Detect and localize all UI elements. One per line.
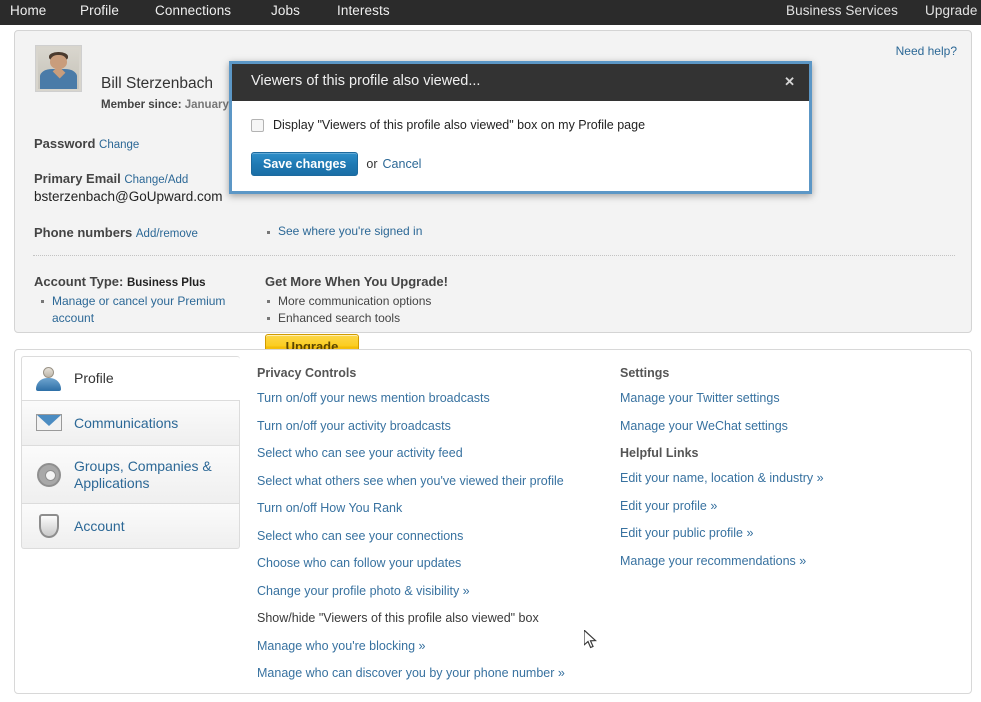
helpful-link-edit-profile[interactable]: Edit your profile » bbox=[620, 499, 940, 513]
phone-field-row: Phone numbers Add/remove bbox=[34, 225, 198, 240]
page-root: Home Profile Connections Jobs Interests … bbox=[0, 0, 981, 702]
password-label: Password bbox=[34, 136, 96, 151]
sidebar-item-communications[interactable]: Communications bbox=[21, 401, 240, 446]
password-change-link[interactable]: Change bbox=[99, 139, 139, 151]
settings-panel: Profile Communications Groups, Companies… bbox=[14, 349, 972, 694]
password-field-row: Password Change bbox=[34, 136, 139, 151]
phone-add-remove-link[interactable]: Add/remove bbox=[136, 228, 198, 240]
account-type-value: Business Plus bbox=[126, 277, 206, 289]
sidebar-item-groups-companies-applications[interactable]: Groups, Companies & Applications bbox=[21, 446, 240, 504]
modal-title: Viewers of this profile also viewed... bbox=[251, 73, 481, 89]
top-navigation-bar: Home Profile Connections Jobs Interests … bbox=[0, 0, 981, 25]
save-changes-button[interactable]: Save changes bbox=[251, 152, 359, 176]
privacy-link-profile-view-visibility[interactable]: Select what others see when you've viewe… bbox=[257, 474, 617, 488]
sidebar-item-account[interactable]: Account bbox=[21, 504, 240, 549]
helpful-link-edit-name-location-industry[interactable]: Edit your name, location & industry » bbox=[620, 471, 940, 485]
upsell-heading: Get More When You Upgrade! bbox=[265, 274, 448, 289]
cancel-link[interactable]: Cancel bbox=[383, 157, 422, 171]
helpful-link-manage-recommendations[interactable]: Manage your recommendations » bbox=[620, 554, 940, 568]
envelope-icon bbox=[34, 409, 64, 437]
email-field-row: Primary Email Change/Add bbox=[34, 171, 188, 186]
nav-item-upgrade[interactable]: Upgrade bbox=[925, 3, 978, 18]
person-icon bbox=[34, 365, 64, 393]
manage-premium-link[interactable]: Manage or cancel your Premium account bbox=[39, 293, 244, 327]
privacy-link-connections-visibility[interactable]: Select who can see your connections bbox=[257, 529, 617, 543]
sidebar-item-label: Groups, Companies & Applications bbox=[74, 457, 212, 491]
avatar bbox=[35, 45, 82, 92]
premium-links-list: Manage or cancel your Premium account bbox=[39, 293, 244, 327]
nav-item-interests[interactable]: Interests bbox=[337, 3, 390, 18]
sidebar-item-label: Communications bbox=[74, 414, 179, 431]
privacy-link-discover-by-phone[interactable]: Manage who can discover you by your phon… bbox=[257, 666, 617, 680]
account-type-row: Account Type: Business Plus bbox=[34, 274, 206, 289]
settings-link-twitter[interactable]: Manage your Twitter settings bbox=[620, 391, 940, 405]
settings-heading: Settings bbox=[620, 366, 670, 380]
email-change-add-link[interactable]: Change/Add bbox=[124, 174, 188, 186]
upsell-benefit-item: Enhanced search tools bbox=[265, 310, 565, 327]
privacy-controls-heading: Privacy Controls bbox=[257, 366, 357, 380]
sidebar-item-label: Profile bbox=[74, 370, 114, 386]
sidebar-item-label: Account bbox=[74, 517, 125, 534]
see-where-signed-in-link[interactable]: See where you're signed in bbox=[265, 224, 422, 238]
display-viewers-checkbox-label: Display "Viewers of this profile also vi… bbox=[273, 118, 646, 132]
shield-icon bbox=[34, 512, 64, 540]
upsell-benefit-item: More communication options bbox=[265, 293, 565, 310]
profile-name: Bill Sterzenbach bbox=[101, 75, 214, 92]
privacy-link-news-mention-broadcasts[interactable]: Turn on/off your news mention broadcasts bbox=[257, 391, 617, 405]
email-value: bsterzenbach@GoUpward.com bbox=[34, 189, 223, 204]
close-icon[interactable]: ✕ bbox=[784, 74, 795, 90]
privacy-link-manage-blocking[interactable]: Manage who you're blocking » bbox=[257, 639, 617, 653]
privacy-controls-column: Privacy Controls Turn on/off your news m… bbox=[257, 366, 617, 694]
modal-header: Viewers of this profile also viewed... ✕ bbox=[232, 64, 809, 101]
account-type-label: Account Type: bbox=[34, 274, 124, 289]
member-since: Member since: January 14, bbox=[101, 99, 248, 111]
display-viewers-checkbox[interactable] bbox=[251, 118, 264, 132]
helpful-links-heading: Helpful Links bbox=[620, 446, 699, 460]
modal-body: Display "Viewers of this profile also vi… bbox=[232, 101, 809, 191]
nav-item-home[interactable]: Home bbox=[10, 3, 46, 18]
settings-link-wechat[interactable]: Manage your WeChat settings bbox=[620, 419, 940, 433]
member-since-label: Member since: bbox=[101, 99, 182, 111]
settings-column: Settings Manage your Twitter settings Ma… bbox=[620, 366, 940, 581]
nav-item-profile[interactable]: Profile bbox=[80, 3, 119, 18]
nav-item-connections[interactable]: Connections bbox=[155, 3, 231, 18]
email-label: Primary Email bbox=[34, 171, 121, 186]
modal-actions: Save changes or Cancel bbox=[251, 152, 421, 176]
gear-icon bbox=[34, 461, 64, 489]
privacy-link-activity-broadcasts[interactable]: Turn on/off your activity broadcasts bbox=[257, 419, 617, 433]
privacy-link-follow-updates[interactable]: Choose who can follow your updates bbox=[257, 556, 617, 570]
need-help-link[interactable]: Need help? bbox=[896, 44, 957, 58]
privacy-link-activity-feed-visibility[interactable]: Select who can see your activity feed bbox=[257, 446, 617, 460]
phone-label: Phone numbers bbox=[34, 225, 133, 240]
privacy-link-profile-photo-visibility[interactable]: Change your profile photo & visibility » bbox=[257, 584, 617, 598]
privacy-link-how-you-rank[interactable]: Turn on/off How You Rank bbox=[257, 501, 617, 515]
upsell-benefits-list: More communication options Enhanced sear… bbox=[265, 293, 565, 327]
sidebar-item-profile[interactable]: Profile bbox=[21, 356, 240, 401]
viewers-also-viewed-modal: Viewers of this profile also viewed... ✕… bbox=[229, 61, 812, 194]
nav-item-business-services[interactable]: Business Services bbox=[786, 3, 898, 18]
or-label: or bbox=[366, 157, 378, 171]
card-divider bbox=[33, 255, 955, 256]
nav-item-jobs[interactable]: Jobs bbox=[271, 3, 300, 18]
settings-sidebar: Profile Communications Groups, Companies… bbox=[21, 356, 240, 549]
privacy-link-viewers-also-viewed[interactable]: Show/hide "Viewers of this profile also … bbox=[257, 611, 617, 625]
display-viewers-checkbox-row: Display "Viewers of this profile also vi… bbox=[251, 118, 645, 132]
avatar-photo bbox=[38, 48, 79, 89]
helpful-link-edit-public-profile[interactable]: Edit your public profile » bbox=[620, 526, 940, 540]
